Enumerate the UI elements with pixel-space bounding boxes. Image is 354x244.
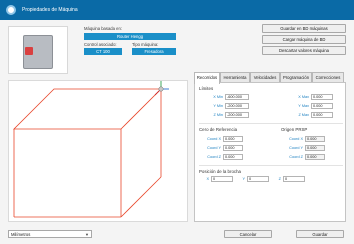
x-max-input[interactable]: 0.000 (311, 94, 333, 100)
origin-x-label: Coord X (289, 137, 303, 141)
brush-position-title: Posición de la brocha (199, 169, 241, 174)
load-from-db-button[interactable]: Cargar máquina de BD (262, 35, 346, 44)
discard-values-button[interactable]: Descartar valores máquina (262, 46, 346, 55)
ref-y-input[interactable]: 0.000 (223, 145, 243, 151)
ref-x-input[interactable]: 0.000 (223, 136, 243, 142)
y-max-label: Y Max (298, 104, 309, 108)
machine-accent (25, 47, 33, 55)
controller-label: Control asociado: (84, 42, 117, 47)
units-value: Milímetros (11, 232, 31, 237)
machine-thumbnail (8, 26, 68, 74)
x-min-label: X Min (213, 95, 223, 99)
z-min-label: Z Min (213, 113, 224, 117)
y-min-label: Y Min (213, 104, 223, 108)
tab-recorridos[interactable]: Recorridos (194, 72, 220, 84)
brush-y-input[interactable]: 0 (247, 176, 269, 182)
brush-y-label: Y (242, 177, 245, 181)
cube-top-face (13, 88, 162, 130)
cancel-button[interactable]: Cancelar (224, 230, 272, 238)
tab-panel-recorridos: Límites X Min -600.000 Y Min -200.000 Z … (194, 82, 346, 222)
type-label: Tipo máquina: (132, 42, 159, 47)
ref-x-label: Coord X (207, 137, 221, 141)
app-icon (6, 5, 16, 15)
machine-label: Máquina basada en: (84, 26, 122, 31)
y-min-input[interactable]: -200.000 (225, 103, 249, 109)
window-title: Propiedades de Máquina (22, 7, 78, 13)
origin-z-input[interactable]: 0.000 (305, 154, 325, 160)
separator (199, 123, 343, 124)
machine-properties-window: Propiedades de Máquina Máquina basada en… (0, 0, 354, 244)
brush-z-input[interactable]: 0 (283, 176, 305, 182)
y-max-input[interactable]: 0.000 (311, 103, 333, 109)
origin-z-label: Coord Z (289, 155, 303, 159)
z-min-input[interactable]: -200.000 (225, 112, 249, 118)
cube-edge-bottom-right (120, 176, 162, 218)
brush-x-input[interactable]: 0 (211, 176, 233, 182)
origin-marker (158, 86, 164, 92)
save-button[interactable]: Guardar (296, 230, 344, 238)
origin-y-input[interactable]: 0.000 (305, 145, 325, 151)
type-value: Fresadora (132, 48, 176, 55)
cube-view (13, 81, 169, 218)
origin-prsp-title: Origen PRSP (281, 127, 308, 132)
title-bar: Propiedades de Máquina (0, 0, 354, 20)
brush-z-label: Z (278, 177, 281, 181)
save-to-db-button[interactable]: Guardar en BD máquinas (262, 24, 346, 33)
z-max-label: Z Max (298, 113, 309, 117)
units-select[interactable]: Milímetros ▼ (8, 230, 92, 238)
ref-z-input[interactable]: 0.000 (223, 154, 243, 160)
ref-z-label: Coord Z (207, 155, 221, 159)
brush-x-label: X (206, 177, 209, 181)
reference-zero-title: Cero de Referencia (199, 127, 238, 132)
z-max-input[interactable]: 0.000 (311, 112, 333, 118)
origin-x-input[interactable]: 0.000 (305, 136, 325, 142)
3d-viewport[interactable] (8, 80, 188, 222)
limits-title: Límites (199, 86, 214, 91)
controller-value: CT 100 (84, 48, 122, 55)
machine-value: Router Hengg (84, 33, 176, 40)
origin-y-label: Coord Y (289, 146, 303, 150)
x-min-input[interactable]: -600.000 (225, 94, 249, 100)
chevron-down-icon: ▼ (85, 232, 89, 237)
separator (199, 165, 343, 166)
ref-y-label: Coord Y (207, 146, 221, 150)
x-max-label: X Max (298, 95, 309, 99)
